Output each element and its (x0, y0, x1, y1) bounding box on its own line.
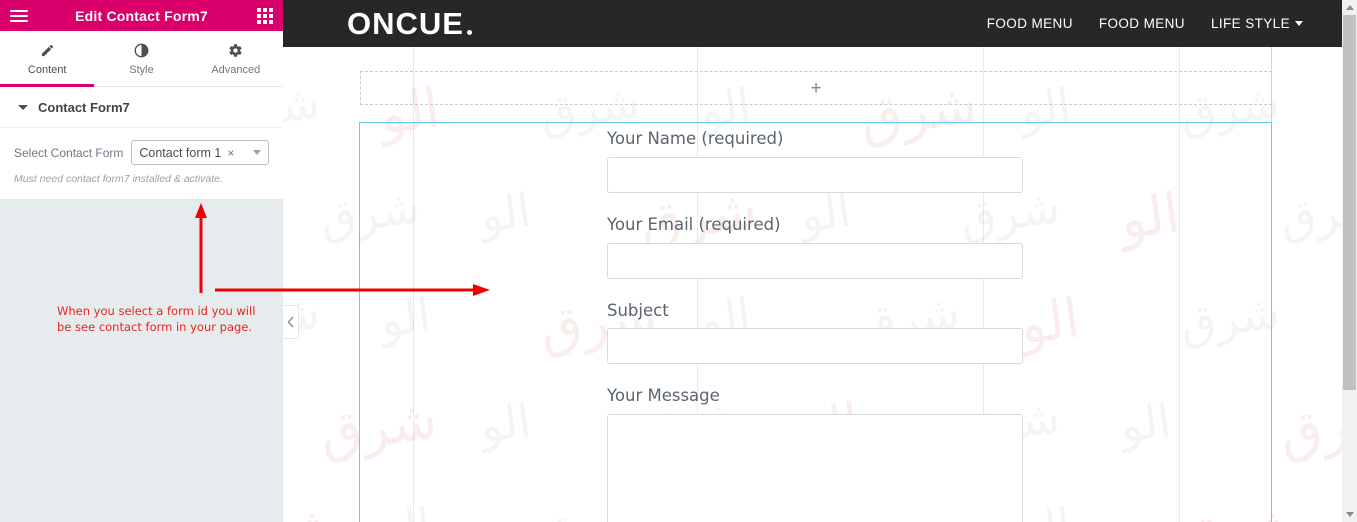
field-label: Your Name (required) (607, 129, 784, 148)
site-logo-text: ONCUE (347, 6, 464, 41)
nav-label: FOOD MENU (1098, 16, 1185, 31)
field-label: Your Message (607, 386, 720, 406)
annotation-arrow-right (215, 284, 490, 296)
editor-panel: Edit Contact Form7 Content Style Advance… (0, 0, 283, 522)
chevron-down-icon (253, 150, 261, 155)
field-label: Your Email (required) (607, 214, 781, 234)
half-circle-icon (134, 42, 149, 60)
tab-label: Style (129, 63, 154, 76)
page-scrollbar[interactable] (1342, 0, 1357, 522)
panel-collapse-handle[interactable] (283, 305, 299, 339)
annotation-arrow-up (195, 203, 207, 293)
panel-header: Edit Contact Form7 (0, 0, 283, 31)
editor-root: ONCUE FOOD MENU FOOD MENU LIFE STYLE + Y… (0, 0, 1357, 522)
nav-item-life-style[interactable]: LIFE STYLE (1211, 16, 1303, 31)
scrollbar-thumb[interactable] (1343, 15, 1356, 390)
panel-title: Edit Contact Form7 (75, 7, 208, 24)
site-header: ONCUE FOOD MENU FOOD MENU LIFE STYLE (283, 0, 1357, 47)
panel-controls: Select Contact Form Contact form 1 × Mus… (0, 128, 283, 200)
nav-label: LIFE STYLE (1210, 16, 1290, 31)
nav-item-food-menu-1[interactable]: FOOD MENU (987, 16, 1073, 31)
nav-item-food-menu-2[interactable]: FOOD MENU (1099, 16, 1185, 31)
your-email-input[interactable] (607, 242, 1023, 279)
subject-input[interactable] (607, 328, 1023, 365)
chevron-down-icon (1295, 21, 1303, 26)
site-nav: FOOD MENU FOOD MENU LIFE STYLE (987, 16, 1357, 31)
contact-form: Your Name (required) Your Email (require… (607, 129, 1023, 522)
grid-apps-icon[interactable] (257, 7, 273, 24)
add-new-section-button[interactable]: + (360, 71, 1272, 105)
contact-form-select-value: Contact form 1 (139, 145, 222, 160)
form-field-your-message: Your Message (607, 386, 1023, 522)
scroll-down-button[interactable] (1342, 507, 1357, 522)
triangle-down-icon (1345, 512, 1354, 517)
control-hint-text: Must need contact form7 installed & acti… (14, 173, 223, 185)
select-contact-form-label: Select Contact Form (14, 145, 124, 160)
tab-label: Advanced (211, 63, 261, 76)
tab-label: Content (27, 63, 67, 76)
form-field-subject: Subject (607, 301, 1023, 365)
field-label: Subject (607, 300, 669, 320)
nav-label: FOOD MENU (986, 16, 1073, 31)
scroll-up-button[interactable] (1342, 0, 1357, 15)
chevron-left-icon (286, 316, 294, 328)
your-message-textarea[interactable] (607, 414, 1023, 522)
tab-style[interactable]: Style (94, 31, 188, 86)
gear-icon (228, 42, 243, 60)
form-field-your-name: Your Name (required) (607, 129, 1023, 193)
caret-down-icon (18, 104, 28, 110)
your-name-input[interactable] (607, 156, 1023, 193)
clear-selection-icon[interactable]: × (227, 146, 234, 160)
form-field-your-email: Your Email (required) (607, 215, 1023, 279)
select-contact-form-row: Select Contact Form Contact form 1 × (14, 140, 269, 165)
pencil-icon (40, 42, 55, 60)
hamburger-icon[interactable] (10, 9, 28, 22)
section-title: Contact Form7 (38, 99, 130, 115)
logo-dot-icon (466, 30, 472, 35)
site-logo[interactable]: ONCUE (347, 8, 472, 39)
contact-form-select[interactable]: Contact form 1 × (131, 140, 269, 165)
annotation-text: When you select a form id you will be se… (57, 304, 256, 334)
site-preview: ONCUE FOOD MENU FOOD MENU LIFE STYLE + Y… (283, 0, 1357, 522)
plus-icon: + (810, 77, 822, 99)
tab-content[interactable]: Content (0, 31, 95, 87)
section-header-contact-form7[interactable]: Contact Form7 (0, 87, 283, 128)
triangle-up-icon (1345, 5, 1354, 10)
panel-tabs: Content Style Advanced (0, 31, 283, 87)
tab-advanced[interactable]: Advanced (189, 31, 283, 86)
